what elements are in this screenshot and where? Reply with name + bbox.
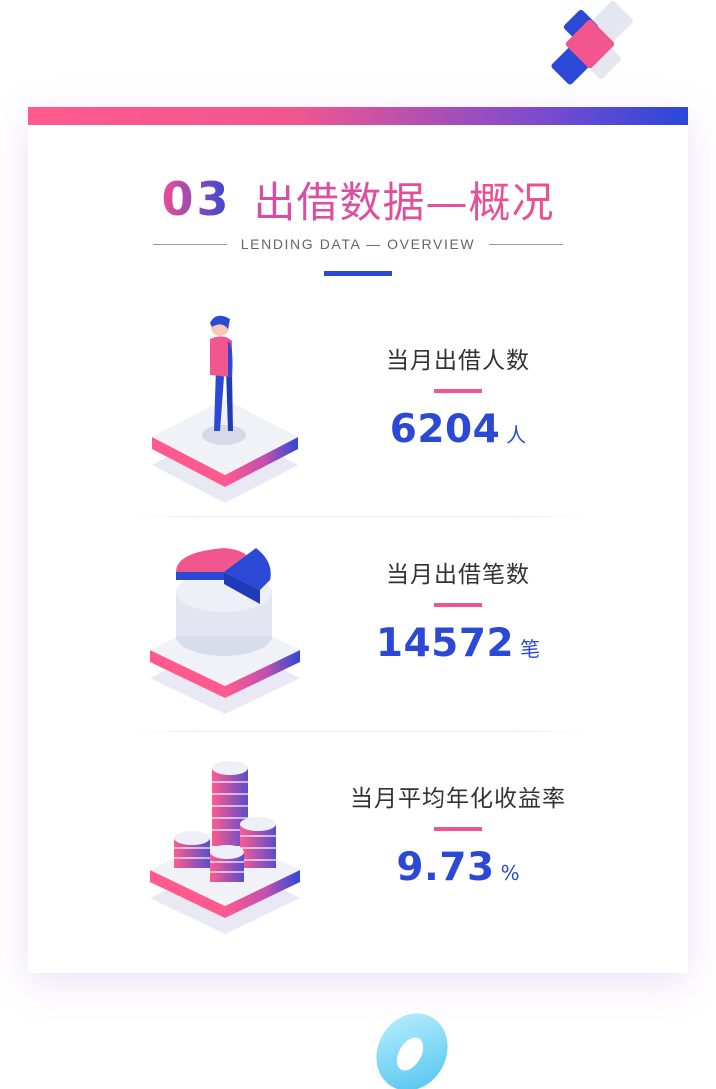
stat-label: 当月出借人数 [386,348,530,374]
pie-chart-on-platform-icon [150,548,300,714]
stat-accent-bar [434,603,482,607]
section-subtitle: LENDING DATA — OVERVIEW [28,234,688,254]
section-number: 03 [161,172,232,226]
stat-value-row: 9.73 % [338,845,578,890]
stat-accent-bar [434,827,482,831]
stat-label: 当月出借笔数 [386,562,530,588]
divider-2 [128,731,588,732]
subtitle-line-left [152,243,227,245]
subtitle-line-right [489,243,564,245]
decorative-ring-icon [376,1013,448,1089]
stat-loans: 当月出借笔数 14572 笔 [338,559,578,666]
subtitle-text: LENDING DATA — OVERVIEW [240,236,476,252]
coin-stacks-on-platform-icon [150,761,300,934]
title-underline [324,271,392,276]
stat-value-row: 6204 人 [338,407,578,452]
stat-value-row: 14572 笔 [338,621,578,666]
person-on-platform-icon [152,315,298,503]
divider-1 [128,516,588,517]
stat-value: 6204 [389,407,501,452]
card-gradient-bar [28,107,688,125]
stat-unit: 人 [506,423,527,447]
stat-accent-bar [434,389,482,393]
section-title-text: 出借数据—概况 [254,169,555,230]
stat-value: 9.73 [396,845,495,890]
stat-yield: 当月平均年化收益率 9.73 % [338,783,578,890]
decorative-squares-icon [551,1,633,85]
section-title: 03 出借数据—概况 [28,169,688,229]
stat-value: 14572 [375,621,515,666]
stat-unit: 笔 [520,637,541,661]
stat-unit: % [500,861,520,885]
lending-overview-card: 03 出借数据—概况 LENDING DATA — OVERVIEW 当月出借人… [28,107,688,973]
stat-label: 当月平均年化收益率 [350,786,566,812]
stat-lenders: 当月出借人数 6204 人 [338,345,578,452]
